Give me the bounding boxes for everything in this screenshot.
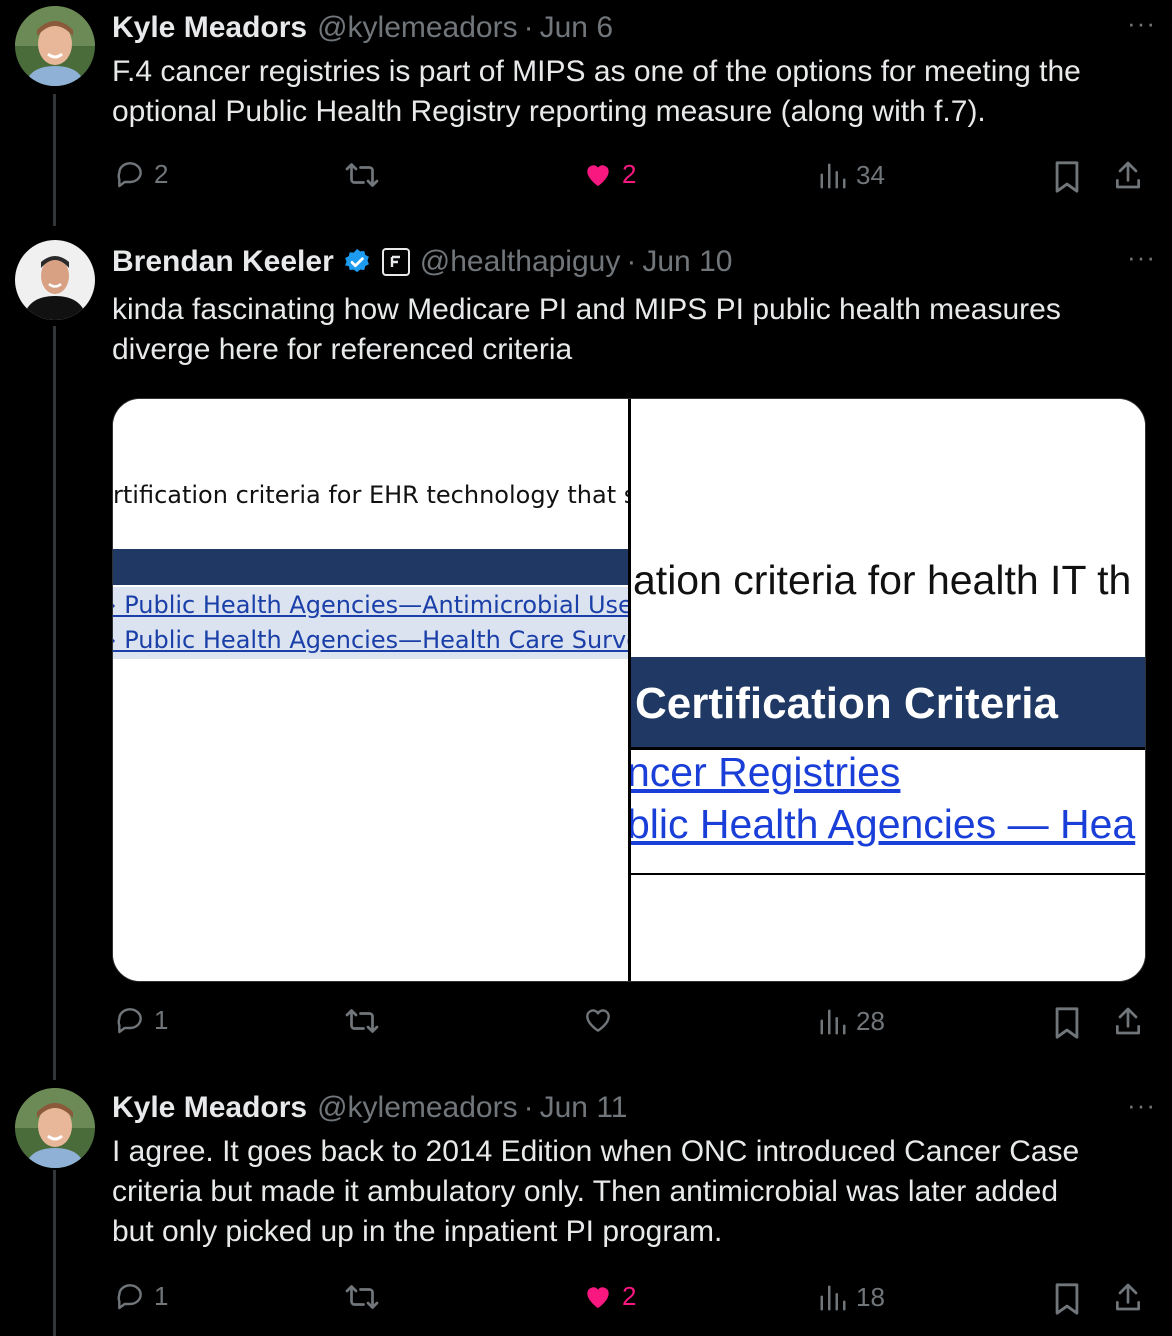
tweet-text: F.4 cancer registries is part of MIPS as… [112, 52, 1142, 132]
separator: · [626, 245, 637, 278]
tweet-date[interactable]: Jun 11 [540, 1091, 628, 1125]
retweet-button[interactable] [344, 160, 380, 190]
reply-button[interactable]: 1 [114, 1004, 168, 1036]
bookmark-icon [1055, 1283, 1079, 1315]
tweet[interactable]: Kyle Meadors @kylemeadors · Jun 6 ··· F.… [0, 6, 1172, 206]
reply-count: 1 [154, 1280, 169, 1311]
right-bar-title: Certification Criteria [635, 679, 1058, 728]
like-count: 2 [622, 1280, 637, 1311]
separator: · [523, 11, 534, 44]
tweet-image[interactable]: rtification criteria for EHR technology … [112, 398, 1146, 982]
heart-filled-icon [587, 1287, 609, 1308]
display-name[interactable]: Kyle Meadors [112, 1091, 307, 1125]
display-name[interactable]: Brendan Keeler [112, 245, 334, 279]
reply-count: 2 [154, 158, 169, 189]
action-bar: 1 28 [0, 1002, 1172, 1042]
view-count: 28 [856, 1006, 885, 1036]
retweet-button[interactable] [344, 1006, 380, 1036]
avatar[interactable] [15, 1088, 95, 1168]
reply-button[interactable]: 1 [114, 1280, 168, 1312]
retweet-icon [345, 1009, 379, 1033]
tweet-text: kinda fascinating how Medicare PI and MI… [112, 290, 1142, 370]
tweet-header: Kyle Meadors @kylemeadors · Jun 6 [112, 8, 613, 48]
tweet-text: I agree. It goes back to 2014 Edition wh… [112, 1132, 1142, 1252]
tweet[interactable]: Kyle Meadors @kylemeadors · Jun 11 ··· I… [0, 1088, 1172, 1336]
heart-filled-icon [587, 165, 609, 186]
left-link-health-care[interactable]: › Public Health Agencies—Health Care Sur… [113, 626, 628, 654]
action-bar: 1 2 18 [0, 1278, 1172, 1318]
tweet-text-line: kinda fascinating how Medicare PI and MI… [112, 293, 1061, 326]
tweet-date[interactable]: Jun 10 [642, 245, 732, 279]
right-link-cancer-registries[interactable]: ncer Registries [631, 749, 900, 796]
tweet-date[interactable]: Jun 6 [540, 11, 613, 45]
share-icon [1116, 1283, 1140, 1311]
bookmark-button[interactable] [1052, 1006, 1082, 1040]
image-right-panel: ation criteria for health IT th Certific… [631, 399, 1145, 981]
view-count: 18 [856, 1282, 885, 1312]
like-button[interactable]: 2 [582, 158, 636, 190]
tweet[interactable]: Brendan Keeler @healthapiguy · Jun 10 ··… [0, 240, 1172, 1060]
affiliate-badge-icon [381, 248, 410, 276]
tweet-text-line: F.4 cancer registries is part of MIPS as… [112, 55, 1081, 88]
retweet-icon [345, 1285, 379, 1309]
image-left-panel: rtification criteria for EHR technology … [113, 399, 628, 981]
left-heading: rtification criteria for EHR technology … [113, 481, 628, 509]
bookmark-button[interactable] [1052, 1282, 1082, 1316]
reply-count: 1 [154, 1004, 169, 1035]
like-count: 2 [622, 158, 637, 189]
view-count: 34 [856, 160, 885, 190]
action-bar: 2 2 34 [0, 156, 1172, 196]
bookmark-icon [1055, 1007, 1079, 1039]
tweet-text-line: criteria but made it ambulatory only. Th… [112, 1175, 1059, 1208]
views-button[interactable]: 28 [818, 1006, 885, 1037]
share-icon [1116, 1007, 1140, 1035]
share-button[interactable] [1112, 158, 1144, 192]
retweet-button[interactable] [344, 1282, 380, 1312]
right-table-bottom-line [631, 873, 1145, 875]
verified-badge-icon [342, 247, 372, 277]
share-button[interactable] [1112, 1004, 1144, 1038]
left-table-header-bar [113, 549, 628, 585]
avatar[interactable] [15, 240, 95, 320]
user-handle[interactable]: @kylemeadors [317, 11, 518, 45]
tweet-text-line: diverge here for referenced criteria [112, 333, 573, 366]
bookmark-button[interactable] [1052, 160, 1082, 194]
views-icon [820, 1285, 846, 1310]
user-handle[interactable]: @healthapiguy [420, 245, 621, 279]
reply-icon [117, 1284, 142, 1310]
separator: · [523, 1091, 534, 1124]
heart-outline-icon [586, 1009, 610, 1032]
more-options-icon[interactable]: ··· [1127, 242, 1156, 273]
tweet-header: Kyle Meadors @kylemeadors · Jun 11 [112, 1088, 627, 1128]
tweet-text-line: I agree. It goes back to 2014 Edition wh… [112, 1135, 1080, 1168]
share-icon [1116, 161, 1140, 189]
like-button[interactable] [582, 1004, 622, 1036]
tweet-header: Brendan Keeler @healthapiguy · Jun 10 [112, 242, 732, 282]
avatar[interactable] [15, 6, 95, 86]
reply-icon [117, 1008, 142, 1034]
tweet-text-line: but only picked up in the inpatient PI p… [112, 1215, 723, 1248]
like-button[interactable]: 2 [582, 1280, 636, 1312]
views-icon [820, 163, 846, 188]
tweet-text-line: optional Public Health Registry reportin… [112, 95, 986, 128]
bookmark-icon [1055, 161, 1079, 193]
right-heading: ation criteria for health IT th [633, 557, 1132, 603]
retweet-icon [345, 163, 379, 187]
right-link-public-health[interactable]: blic Health Agencies — Hea [631, 801, 1135, 848]
views-button[interactable]: 34 [818, 160, 885, 191]
views-button[interactable]: 18 [818, 1282, 885, 1313]
share-button[interactable] [1112, 1280, 1144, 1314]
views-icon [820, 1009, 846, 1034]
user-handle[interactable]: @kylemeadors [317, 1091, 518, 1125]
left-link-antimicrobial[interactable]: › Public Health Agencies—Antimicrobial U… [113, 591, 628, 619]
reply-icon [117, 162, 142, 188]
reply-button[interactable]: 2 [114, 158, 168, 190]
display-name[interactable]: Kyle Meadors [112, 11, 307, 45]
more-options-icon[interactable]: ··· [1127, 1090, 1156, 1121]
more-options-icon[interactable]: ··· [1127, 8, 1156, 39]
